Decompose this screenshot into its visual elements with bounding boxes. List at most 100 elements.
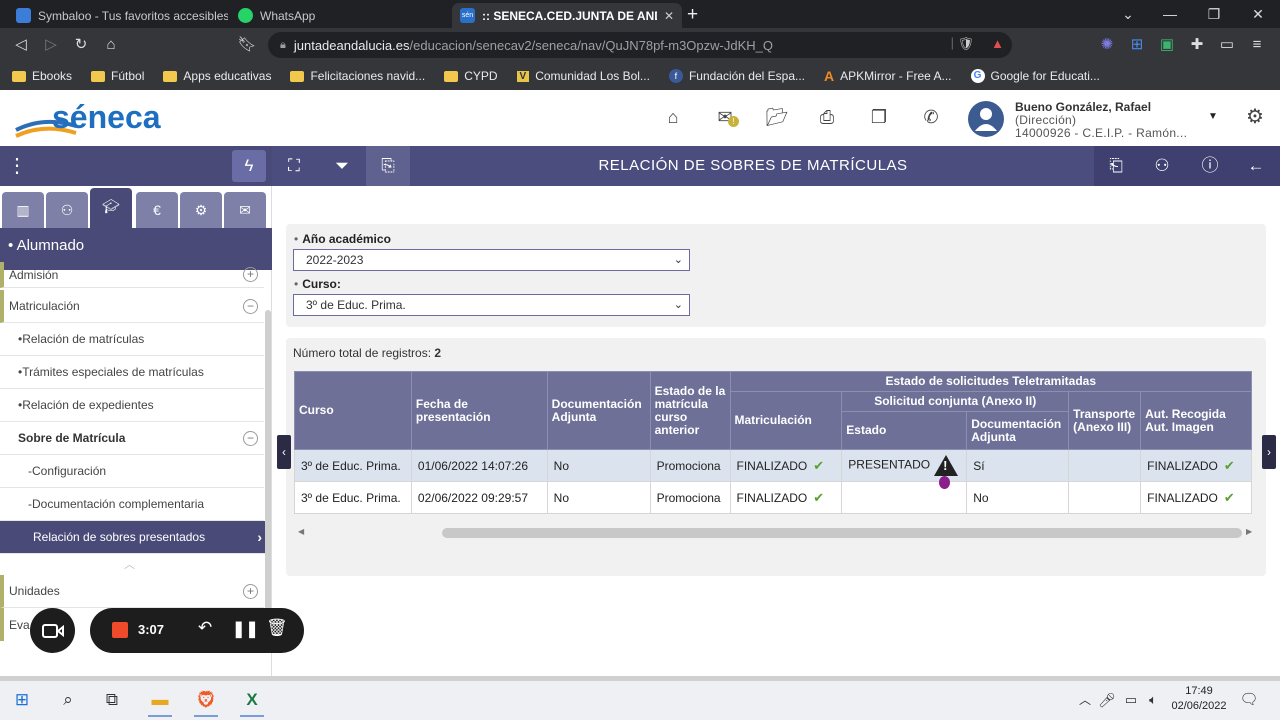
info-icon[interactable]: ⓘ <box>1188 146 1232 186</box>
bookmark-item[interactable]: Fútbol <box>91 69 144 83</box>
expand-icon[interactable]: + <box>243 267 258 282</box>
tab-personal[interactable]: ⚇ <box>46 192 88 228</box>
brave-rewards-icon[interactable]: ▲ <box>991 36 1004 51</box>
sheets-extension-icon[interactable]: ▣ <box>1156 35 1178 55</box>
search-icon[interactable]: ⌕ <box>48 683 88 717</box>
bookmark-item[interactable]: V Comunidad Los Bol... <box>516 69 650 83</box>
mail-icon[interactable]: ✉! <box>710 104 740 130</box>
tab-seneca[interactable]: sén :: SENECA.CED.JUNTA DE ANDALU ✕ <box>452 3 682 28</box>
table-scrollbar[interactable] <box>442 528 1242 538</box>
sidebar-item-relacion-sobres-presentados[interactable]: Relación de sobres presentados › <box>0 521 268 554</box>
tab-search-icon[interactable]: ⌄ <box>1108 3 1148 25</box>
task-view-icon[interactable]: ⧉ <box>92 683 132 717</box>
collapse-sidebar-button[interactable]: ‹ <box>277 435 291 469</box>
close-tab-icon[interactable]: ✕ <box>664 9 674 23</box>
print-icon[interactable]: ⎙ <box>812 104 842 130</box>
microphone-icon[interactable]: 🎤︎ <box>1094 683 1120 717</box>
file-explorer-icon[interactable]: ▬ <box>140 683 180 717</box>
menu-icon[interactable]: ≡ <box>1246 35 1268 55</box>
more-vertical-icon[interactable]: ⋮ <box>0 146 34 186</box>
bookmark-item[interactable]: A APKMirror - Free A... <box>824 68 951 84</box>
brave-shield-icon[interactable]: 🛡︎ <box>957 36 974 52</box>
pause-icon[interactable]: ❚❚ <box>232 619 259 639</box>
expand-icon[interactable]: + <box>243 584 258 599</box>
tab-alumnado[interactable]: 🎓︎ <box>90 188 132 228</box>
brave-browser-icon[interactable]: 🦁︎ <box>186 683 226 717</box>
fullscreen-icon[interactable]: ⛶ <box>272 146 316 186</box>
trash-icon[interactable]: 🗑︎ <box>266 618 288 638</box>
url-field[interactable]: 🔒︎ juntadeandalucia.es /educacion/seneca… <box>268 32 1012 58</box>
course-select[interactable]: 3º de Educ. Prima. ⌄ <box>293 294 690 316</box>
year-select[interactable]: 2022-2023 ⌄ <box>293 249 690 271</box>
collapse-icon[interactable]: − <box>243 299 258 314</box>
bookmark-item[interactable]: G Google for Educati... <box>970 69 1100 83</box>
windows-start-icon[interactable]: ⊞ <box>2 683 42 717</box>
translate-icon[interactable]: ⊞ <box>1126 35 1148 55</box>
bookmark-item[interactable]: f Fundación del Espa... <box>668 69 805 83</box>
extensions-puzzle-icon[interactable]: ✚ <box>1186 35 1208 55</box>
check-icon[interactable]: ✔ <box>813 458 824 474</box>
back-icon[interactable]: ◁ <box>10 35 32 55</box>
folder-icon[interactable]: 📂︎ <box>762 104 792 130</box>
gear-icon[interactable]: ⚙ <box>1240 104 1270 130</box>
forward-icon[interactable]: ▷ <box>40 35 62 55</box>
wallet-icon[interactable]: ▭ <box>1216 35 1238 55</box>
table-row[interactable]: 3º de Educ. Prima. 02/06/2022 09:29:57 N… <box>294 481 1252 514</box>
check-icon[interactable]: ✔ <box>1224 458 1235 474</box>
tab-whatsapp[interactable]: WhatsApp <box>230 3 450 28</box>
bookmark-item[interactable]: CYPD <box>444 69 498 83</box>
maximize-icon[interactable]: ❐ <box>1194 3 1234 25</box>
tab-comunicaciones[interactable]: ✉ <box>224 192 266 228</box>
seneca-logo[interactable]: séneca <box>14 96 164 143</box>
home-icon[interactable]: ⌂ <box>658 104 688 130</box>
expand-panel-button[interactable]: › <box>1262 435 1276 469</box>
documents-icon[interactable]: ❐ <box>864 104 894 130</box>
notifications-icon[interactable]: 🗨︎ <box>1234 683 1264 717</box>
tab-centro[interactable]: ▥ <box>2 192 44 228</box>
undo-icon[interactable]: ↶ <box>198 618 212 638</box>
reload-icon[interactable]: ↻ <box>70 35 92 55</box>
sidebar-item-configuracion[interactable]: -Configuración <box>0 455 264 488</box>
excel-icon[interactable]: X <box>232 683 272 717</box>
tab-economia[interactable]: € <box>136 192 178 228</box>
warning-icon[interactable]: ! <box>934 455 959 476</box>
users-settings-icon[interactable]: ⚇ <box>1140 146 1184 186</box>
tab-symbaloo[interactable]: Symbaloo - Tus favoritos accesibles de <box>8 3 228 28</box>
minimize-icon[interactable]: — <box>1150 3 1190 25</box>
bookmark-item[interactable]: Ebooks <box>12 69 72 83</box>
extension-icon[interactable]: ✺ <box>1096 35 1118 55</box>
sidebar-item-documentacion-complementaria[interactable]: -Documentación complementaria <box>0 488 264 521</box>
close-window-icon[interactable]: ✕ <box>1238 3 1278 25</box>
chevron-up-icon[interactable]: ︿ <box>124 556 135 572</box>
scroll-left-icon[interactable]: ◀ <box>298 527 304 536</box>
system-clock[interactable]: 17:49 02/06/2022 <box>1164 684 1234 714</box>
sidebar-item-unidades[interactable]: Unidades + <box>0 575 264 608</box>
camera-button[interactable] <box>30 608 75 653</box>
scroll-right-icon[interactable]: ▶ <box>1246 527 1252 536</box>
filter-icon[interactable]: ⏷ <box>320 146 364 186</box>
chevron-down-icon[interactable]: ▼ <box>1208 111 1218 122</box>
sidebar-item-admision[interactable]: Admisión + <box>0 262 264 288</box>
check-icon[interactable]: ✔ <box>813 490 824 506</box>
sidebar-scrollbar[interactable] <box>265 310 271 610</box>
table-row[interactable]: 3º de Educ. Prima. 01/06/2022 14:07:26 N… <box>294 449 1252 482</box>
sidebar-item-relacion-matriculas[interactable]: •Relación de matrículas <box>0 323 264 356</box>
bookmark-icon[interactable]: 🔖︎ <box>236 35 258 55</box>
sidebar-item-relacion-expedientes[interactable]: •Relación de expedientes <box>0 389 264 422</box>
volume-icon[interactable]: 🔈︎ <box>1140 683 1166 717</box>
pdf-icon[interactable]: ⎘ <box>366 146 410 186</box>
stop-record-button[interactable] <box>112 622 128 638</box>
home-icon[interactable]: ⌂ <box>100 35 122 55</box>
sidebar-item-matriculacion[interactable]: Matriculación − <box>0 290 264 323</box>
lightning-icon[interactable]: ϟ <box>232 150 266 182</box>
sidebar-item-sobre-matricula[interactable]: Sobre de Matrícula − <box>0 422 264 455</box>
user-panel[interactable]: Bueno González, Rafael (Dirección) 14000… <box>968 97 1218 141</box>
tab-utilidades[interactable]: ⚙ <box>180 192 222 228</box>
new-tab-icon[interactable]: + <box>687 4 698 26</box>
check-icon[interactable]: ✔ <box>1224 490 1235 506</box>
collapse-icon[interactable]: − <box>243 431 258 446</box>
bookmark-item[interactable]: Apps educativas <box>163 69 271 83</box>
arrow-left-icon[interactable]: ← <box>1234 146 1278 186</box>
phone-icon[interactable]: ✆ <box>916 104 946 130</box>
document-settings-icon[interactable]: ⎗ <box>1094 146 1138 186</box>
